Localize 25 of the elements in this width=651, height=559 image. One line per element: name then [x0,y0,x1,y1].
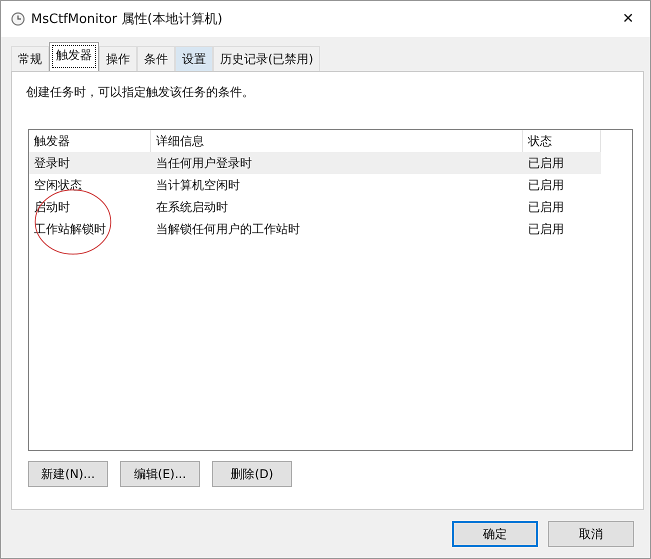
tab[interactable]: 操作 [99,46,137,71]
table-cell-text: 当计算机空闲时 [155,176,241,194]
table-cell-text: 当解锁任何用户的工作站时 [155,220,301,238]
action-button[interactable]: 编辑(E)... [120,461,200,487]
table-cell-text: 已启用 [527,220,565,238]
action-button[interactable]: 新建(N)... [28,461,108,487]
tab[interactable]: 常规 [11,46,49,71]
dialog-button[interactable]: 取消 [548,521,634,547]
table-cell-text: 当任何用户登录时 [155,154,253,172]
clock-icon [11,12,25,26]
action-button[interactable]: 删除(D) [212,461,292,487]
window-title: MsCtfMonitor 属性(本地计算机) [31,11,224,28]
tab[interactable]: 历史记录(已禁用) [213,46,320,71]
table-cell-text: 在系统启动时 [155,198,229,216]
dialog-button[interactable]: 确定 [452,521,538,547]
description-text: 创建任务时，可以指定触发该任务的条件。 [26,84,255,101]
tab[interactable]: 设置 [175,46,213,71]
tab[interactable]: 触发器 [49,42,99,71]
table-cell-text: 已启用 [527,154,565,172]
tab[interactable]: 条件 [137,46,175,71]
table-cell-text: 已启用 [527,198,565,216]
close-button[interactable]: ✕ [616,11,640,27]
table-row[interactable]: 登录时 当任何用户登录时 已启用 [29,152,601,174]
table-cell-text: 登录时 [33,154,71,172]
table-cell-text: 已启用 [527,176,565,194]
